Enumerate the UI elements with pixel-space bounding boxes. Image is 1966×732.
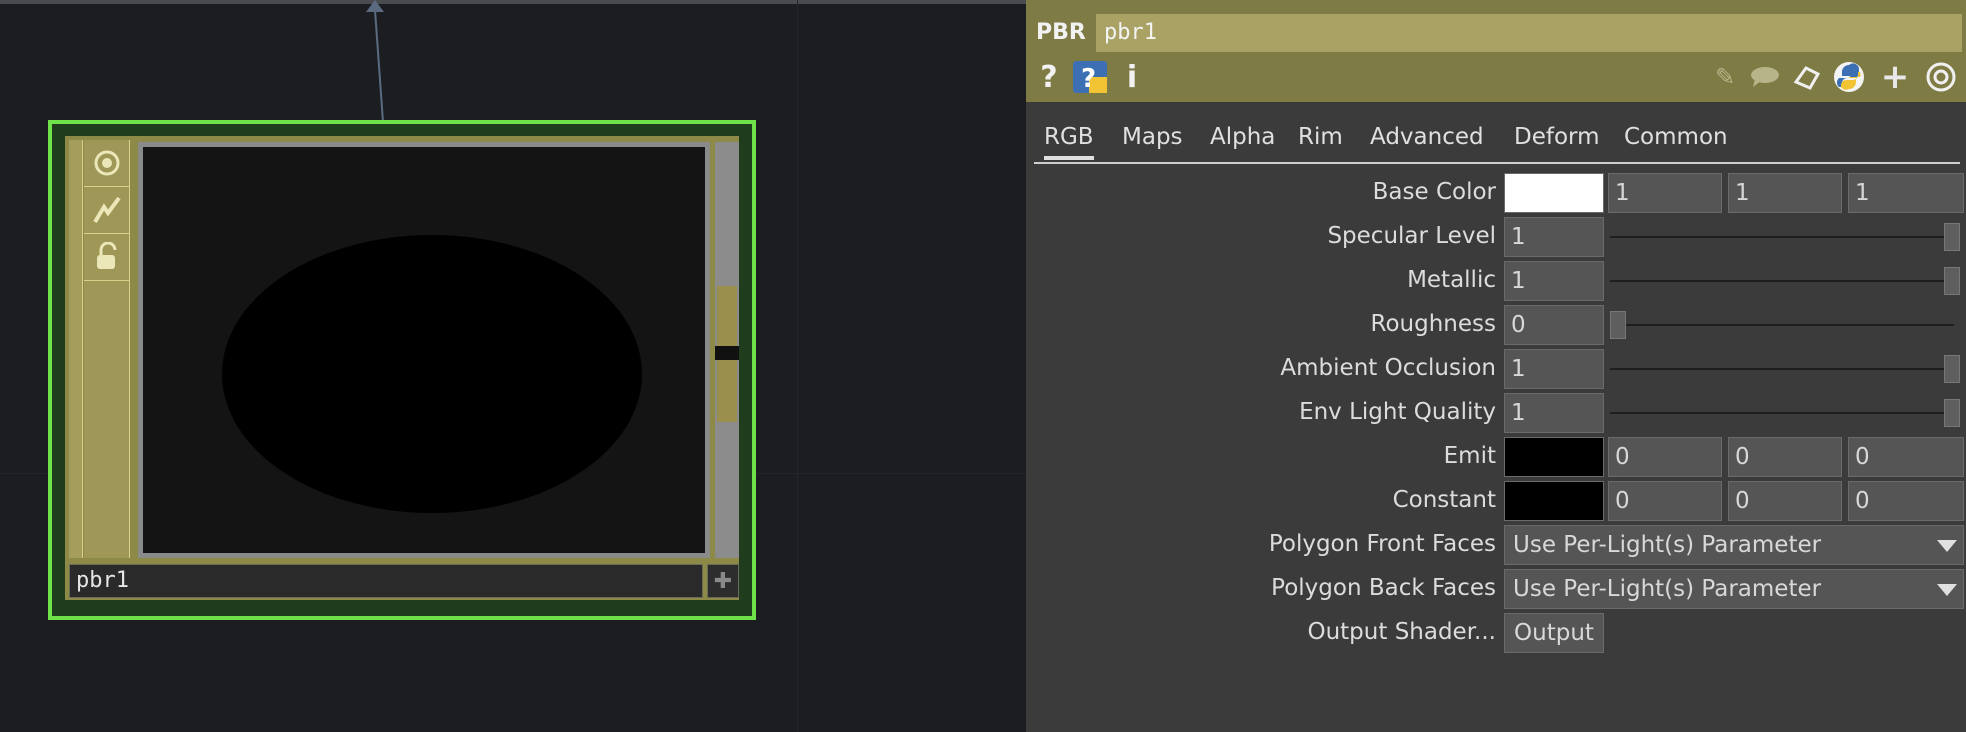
output-button[interactable]: Output: [1504, 613, 1604, 653]
param-roughness: Roughness 0: [1026, 303, 1966, 347]
menu-dropdown[interactable]: Use Per-Light(s) Parameter: [1504, 569, 1964, 609]
color-g-field[interactable]: 0: [1728, 481, 1842, 521]
slider-track[interactable]: [1610, 412, 1954, 414]
input-wire[interactable]: [0, 0, 1026, 140]
add-icon[interactable]: ✚: [707, 564, 739, 598]
param-constant: Constant 0 0 0: [1026, 479, 1966, 523]
svg-text:?: ?: [1081, 64, 1096, 94]
color-swatch[interactable]: [1504, 437, 1604, 477]
cook-flag-icon[interactable]: [84, 187, 130, 234]
python-help-icon[interactable]: ?: [1070, 58, 1110, 96]
slider-track[interactable]: [1610, 236, 1954, 238]
rendered-sphere: [222, 235, 642, 513]
color-b-field[interactable]: 0: [1848, 437, 1964, 477]
viewer-screen: [143, 147, 705, 553]
param-label: Ambient Occlusion: [1280, 355, 1496, 381]
panel-header: PBR pbr1 ? ? i ✎ +: [1026, 0, 1966, 102]
clip-icon[interactable]: [1790, 60, 1824, 94]
param-label: Constant: [1392, 487, 1496, 513]
param-specular-level: Specular Level 1: [1026, 215, 1966, 259]
operator-node[interactable]: pbr1 ✚: [48, 120, 756, 620]
color-b-field[interactable]: 0: [1848, 481, 1964, 521]
help-icon[interactable]: ?: [1034, 58, 1064, 96]
tab-alpha[interactable]: Alpha: [1210, 124, 1275, 160]
operator-type: PBR: [1036, 20, 1086, 45]
viewer-icon[interactable]: [1924, 60, 1958, 94]
network-editor[interactable]: pbr1 ✚: [0, 0, 1026, 732]
wire-arrow-icon: [366, 0, 384, 12]
python-icon[interactable]: [1832, 60, 1866, 94]
value-field[interactable]: 1: [1504, 393, 1604, 433]
menu-value: Use Per-Light(s) Parameter: [1513, 532, 1822, 558]
param-label: Polygon Front Faces: [1268, 531, 1496, 557]
tab-deform[interactable]: Deform: [1514, 124, 1600, 160]
param-label: Base Color: [1372, 179, 1496, 205]
output-connector[interactable]: [717, 286, 737, 346]
param-polygon-back-faces: Polygon Back Faces Use Per-Light(s) Para…: [1026, 567, 1966, 611]
menu-value: Use Per-Light(s) Parameter: [1513, 576, 1822, 602]
display-flag-icon[interactable]: [84, 140, 130, 187]
node-flags: [84, 140, 130, 558]
slider-handle[interactable]: [1944, 355, 1960, 383]
param-label: Metallic: [1407, 267, 1496, 293]
slider-handle[interactable]: [1944, 223, 1960, 251]
chevron-down-icon: [1937, 584, 1957, 596]
param-label: Specular Level: [1327, 223, 1496, 249]
param-emit: Emit 0 0 0: [1026, 435, 1966, 479]
tab-rim[interactable]: Rim: [1298, 124, 1343, 160]
output-connector[interactable]: [717, 360, 737, 422]
parameter-panel: PBR pbr1 ? ? i ✎ + RGB Maps Alpha Rim Ad…: [1026, 0, 1966, 732]
tab-maps[interactable]: Maps: [1122, 124, 1183, 160]
comment-icon[interactable]: [1748, 60, 1782, 94]
menu-dropdown[interactable]: Use Per-Light(s) Parameter: [1504, 525, 1964, 565]
color-swatch[interactable]: [1504, 173, 1604, 213]
chevron-down-icon: [1937, 540, 1957, 552]
param-label: Emit: [1443, 443, 1496, 469]
param-env-light-quality: Env Light Quality 1: [1026, 391, 1966, 435]
param-metallic: Metallic 1: [1026, 259, 1966, 303]
slider-handle[interactable]: [1610, 311, 1626, 339]
value-field[interactable]: 1: [1504, 349, 1604, 389]
tab-advanced[interactable]: Advanced: [1370, 124, 1484, 160]
param-label: Polygon Back Faces: [1271, 575, 1496, 601]
tab-common[interactable]: Common: [1624, 124, 1728, 160]
value-field[interactable]: 1: [1504, 261, 1604, 301]
color-g-field[interactable]: 0: [1728, 437, 1842, 477]
add-icon[interactable]: +: [1878, 57, 1912, 97]
slider-handle[interactable]: [1944, 267, 1960, 295]
edit-icon[interactable]: ✎: [1708, 60, 1742, 94]
slider-track[interactable]: [1610, 324, 1954, 326]
color-g-field[interactable]: 1: [1728, 173, 1842, 213]
tab-rgb[interactable]: RGB: [1044, 124, 1094, 160]
node-side-strip: [69, 140, 83, 558]
parameter-tabs: RGB Maps Alpha Rim Advanced Deform Commo…: [1034, 120, 1960, 164]
param-output-shader: Output Shader... Output: [1026, 611, 1966, 655]
param-ambient-occlusion: Ambient Occlusion 1: [1026, 347, 1966, 391]
param-label: Output Shader...: [1307, 619, 1496, 645]
operator-name-field[interactable]: pbr1: [1096, 14, 1962, 52]
node-body: pbr1 ✚: [65, 136, 739, 600]
color-r-field[interactable]: 0: [1608, 437, 1722, 477]
color-swatch[interactable]: [1504, 481, 1604, 521]
param-base-color: Base Color 1 1 1: [1026, 171, 1966, 215]
param-label: Env Light Quality: [1299, 399, 1496, 425]
param-polygon-front-faces: Polygon Front Faces Use Per-Light(s) Par…: [1026, 523, 1966, 567]
slider-track[interactable]: [1610, 368, 1954, 370]
param-label: Roughness: [1370, 311, 1496, 337]
color-r-field[interactable]: 1: [1608, 173, 1722, 213]
connector-gap: [715, 346, 739, 360]
value-field[interactable]: 1: [1504, 217, 1604, 257]
slider-track[interactable]: [1610, 280, 1954, 282]
color-r-field[interactable]: 0: [1608, 481, 1722, 521]
lock-flag-icon[interactable]: [84, 234, 130, 281]
slider-handle[interactable]: [1944, 399, 1960, 427]
node-name-field[interactable]: pbr1: [69, 564, 703, 598]
color-b-field[interactable]: 1: [1848, 173, 1964, 213]
node-viewer[interactable]: [138, 142, 710, 558]
info-icon[interactable]: i: [1118, 58, 1146, 96]
value-field[interactable]: 0: [1504, 305, 1604, 345]
node-output-connectors: [715, 142, 739, 558]
